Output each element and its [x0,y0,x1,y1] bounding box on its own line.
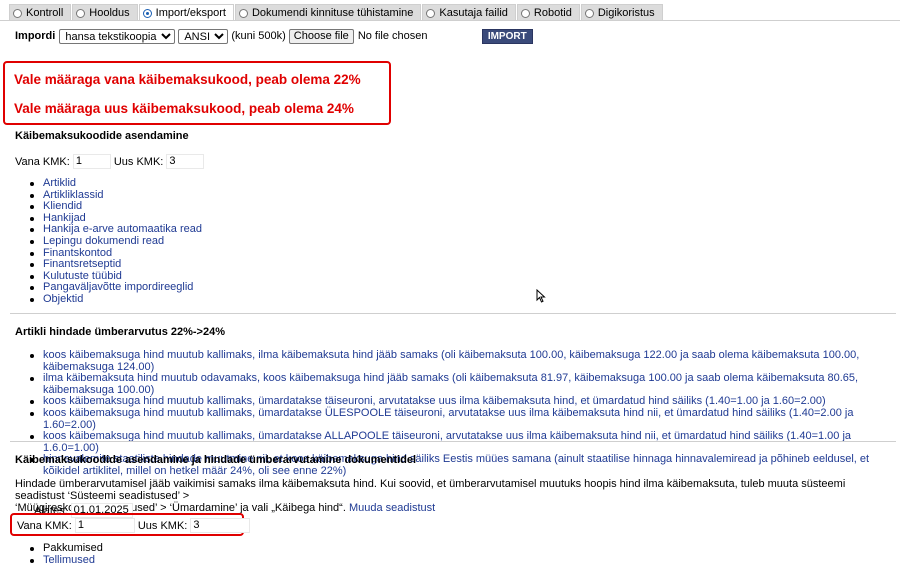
tab-robotid[interactable]: Robotid [516,4,580,21]
new-vat-input[interactable]: 3 [166,154,205,169]
docs-old-vat-label: Vana KMK: [17,519,72,532]
docs-new-vat-input[interactable]: 3 [190,518,251,533]
tab-kasutaja-failid[interactable]: Kasutaja failid [422,4,516,21]
docs-new-vat-label: Uus KMK: [137,519,188,532]
old-vat-input[interactable]: 1 [72,154,111,169]
recalc-option-1[interactable]: koos käibemaksuga hind muutub kallimaks,… [43,349,859,373]
new-vat-label: Uus KMK: [113,155,164,168]
list-item: koos käibemaksuga hind muutub kallimaks,… [28,407,898,431]
tab-label: Kasutaja failid [439,7,508,19]
list-item: Objektid [28,293,202,306]
tab-label: Robotid [533,7,572,19]
tab-label: Digikoristus [597,7,655,19]
recalc-option-3[interactable]: koos käibemaksuga hind muutub kallimaks,… [43,395,826,408]
tab-label: Import/eksport [155,7,226,19]
link-finantskontod[interactable]: Finantskontod [43,247,112,259]
replace-links-list: Artiklid Artikliklassid Kliendid Hankija… [28,177,202,306]
tab-label: Kontroll [26,7,64,19]
tab-digikoristus-radio[interactable] [584,8,594,18]
tab-hooldus[interactable]: Hooldus [72,4,138,21]
mouse-cursor-icon [536,289,546,303]
link-artikliklassid[interactable]: Artikliklassid [43,189,104,201]
link-hankijad[interactable]: Hankijad [43,212,86,224]
tab-kontroll-radio[interactable] [13,8,22,18]
tab-kasutaja-failid-radio[interactable] [426,8,436,18]
docs-description: Hindade ümberarvutamisel jääb vaikimisi … [15,478,895,514]
tab-import-eksport-radio[interactable] [142,8,152,18]
link-kulutuste-tuubid[interactable]: Kulutuste tüübid [43,270,122,282]
warning-old-vat: Vale määraga vana käibemaksukood, peab o… [14,72,361,87]
link-artiklid[interactable]: Artiklid [43,177,76,189]
warning-new-vat: Vale määraga uus käibemaksukood, peab ol… [14,101,354,116]
list-item: ilma käibemaksuta hind muutub odavamaks,… [28,372,898,396]
docs-description-line-1: Hindade ümberarvutamisel jääb vaikimisi … [15,478,846,502]
replace-section-title: Käibemaksukoodide asendamine [15,130,189,142]
old-vat-label: Vana KMK: [15,155,70,168]
tab-label: Hooldus [89,7,130,19]
import-type-select[interactable]: hansa tekstikoopia [59,28,176,44]
link-finantsretseptid[interactable]: Finantsretseptid [43,258,121,270]
link-objektid[interactable]: Objektid [43,293,83,305]
docs-vat-fields: Vana KMK: 1 Uus KMK: 3 [17,518,253,533]
list-item: Tellimused [28,554,103,567]
recalc-option-2[interactable]: ilma käibemaksuta hind muutub odavamaks,… [43,372,858,396]
size-limit-text: (kuni 500k) [231,30,286,42]
recalc-section-title: Artikli hindade ümberarvutus 22%->24% [15,326,225,338]
tab-hooldus-radio[interactable] [76,8,86,18]
encoding-select[interactable]: ANSI [178,28,229,44]
change-settings-link[interactable]: Muuda seadistust [349,502,435,514]
import-label: Impordi [15,30,56,42]
docs-old-vat-input[interactable]: 1 [74,518,135,533]
import-button[interactable]: IMPORT [481,28,533,44]
docs-item-pakkumised: Pakkumised [43,542,103,554]
tab-import-eksport[interactable]: Import/eksport [138,4,234,21]
link-lepingu-read[interactable]: Lepingu dokumendi read [43,235,164,247]
module-tabs: Kontroll Hooldus Import/eksport Dokumend… [9,4,664,21]
link-tellimused[interactable]: Tellimused [43,554,95,566]
section-divider [10,313,896,314]
tabs-divider [0,20,900,21]
tab-dokumendi-kinnituse-tuhistamine[interactable]: Dokumendi kinnituse tühistamine [234,4,422,21]
docs-list: Pakkumised Tellimused [28,542,103,567]
link-pangavaljavotte[interactable]: Pangaväljavõtte impordireeglid [43,281,193,294]
tab-robotid-radio[interactable] [520,8,530,18]
tab-label: Dokumendi kinnituse tühistamine [251,7,414,19]
link-kliendid[interactable]: Kliendid [43,200,82,212]
list-item: koos käibemaksuga hind muutub kallimaks,… [28,349,898,373]
import-row: Impordi hansa tekstikoopia ANSI (kuni 50… [15,28,533,44]
replace-fields: Vana KMK: 1 Uus KMK: 3 [15,154,207,169]
choose-file-button[interactable]: Choose file [288,28,354,44]
tab-dokumendi-radio[interactable] [238,8,248,18]
tab-kontroll[interactable]: Kontroll [9,4,72,21]
list-item: koos käibemaksuga hind muutub kallimaks,… [28,430,898,454]
recalc-option-4[interactable]: koos käibemaksuga hind muutub kallimaks,… [43,407,853,431]
section-divider [10,441,896,442]
link-hankija-e-arve[interactable]: Hankija e-arve automaatika read [43,223,202,236]
no-file-text: No file chosen [353,28,478,44]
tab-digikoristus[interactable]: Digikoristus [580,4,663,21]
docs-section-title: Käibemaksukoodide asendamine ja hindade … [15,454,416,466]
